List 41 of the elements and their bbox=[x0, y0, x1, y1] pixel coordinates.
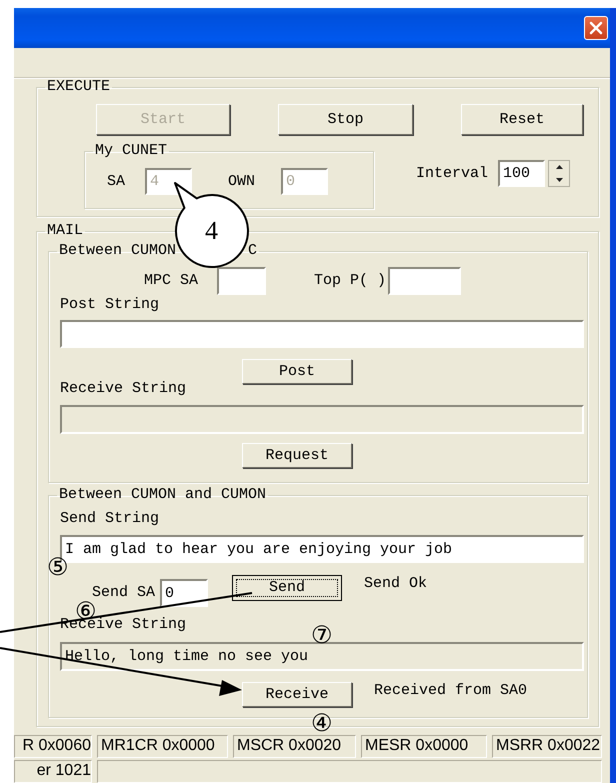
button[interactable]: Post bbox=[242, 359, 352, 384]
button[interactable]: Receive bbox=[242, 682, 352, 707]
group-title: MAIL bbox=[46, 223, 84, 239]
group-title: My CUNET bbox=[94, 143, 168, 159]
status-panel: R 0x0060 bbox=[14, 735, 92, 758]
button[interactable]: Request bbox=[242, 443, 352, 468]
input-field[interactable] bbox=[217, 267, 266, 295]
field-label: MPC SA bbox=[144, 273, 198, 289]
input-field[interactable] bbox=[388, 267, 462, 295]
group-title: Between CUMON and CUMON bbox=[58, 487, 268, 503]
field-label: Send String bbox=[60, 511, 160, 527]
field-label: Post String bbox=[60, 297, 160, 313]
down-arrow-icon bbox=[556, 178, 563, 182]
field-label: Send SA bbox=[92, 585, 156, 601]
input-field[interactable] bbox=[60, 320, 584, 348]
field-label: OWN bbox=[228, 174, 256, 190]
status-panel: MSRR 0x0022 bbox=[492, 735, 602, 758]
status-panel: er 1021 bbox=[14, 760, 92, 783]
group-title: EXECUTE bbox=[46, 79, 112, 95]
close-button[interactable] bbox=[584, 16, 608, 40]
close-icon bbox=[589, 21, 603, 35]
callout-number: ④ bbox=[311, 710, 333, 736]
button[interactable]: Reset bbox=[461, 104, 583, 135]
group-title: Between CUMON bbox=[59, 242, 176, 259]
button[interactable]: Send bbox=[232, 575, 342, 601]
field-label: Send Ok bbox=[364, 576, 428, 592]
field-label: SA bbox=[107, 174, 126, 190]
input-field[interactable]: 100 bbox=[498, 160, 546, 187]
group-title: C bbox=[248, 242, 258, 259]
callout-number: 4 bbox=[205, 217, 218, 245]
spin-button[interactable] bbox=[548, 160, 570, 187]
input-field[interactable]: 0 bbox=[160, 579, 208, 607]
field-label: Received from SA0 bbox=[374, 683, 528, 699]
status-panel: MESR 0x0000 bbox=[361, 735, 487, 758]
field-label: Receive String bbox=[60, 381, 188, 397]
field-label: Interval bbox=[416, 166, 488, 182]
up-arrow-icon bbox=[556, 165, 563, 170]
field-label: Top P( ) bbox=[314, 273, 386, 289]
status-panel: MR1CR 0x0000 bbox=[97, 735, 228, 758]
button[interactable]: Stop bbox=[278, 104, 413, 135]
status-panel: MSCR 0x0020 bbox=[233, 735, 356, 758]
